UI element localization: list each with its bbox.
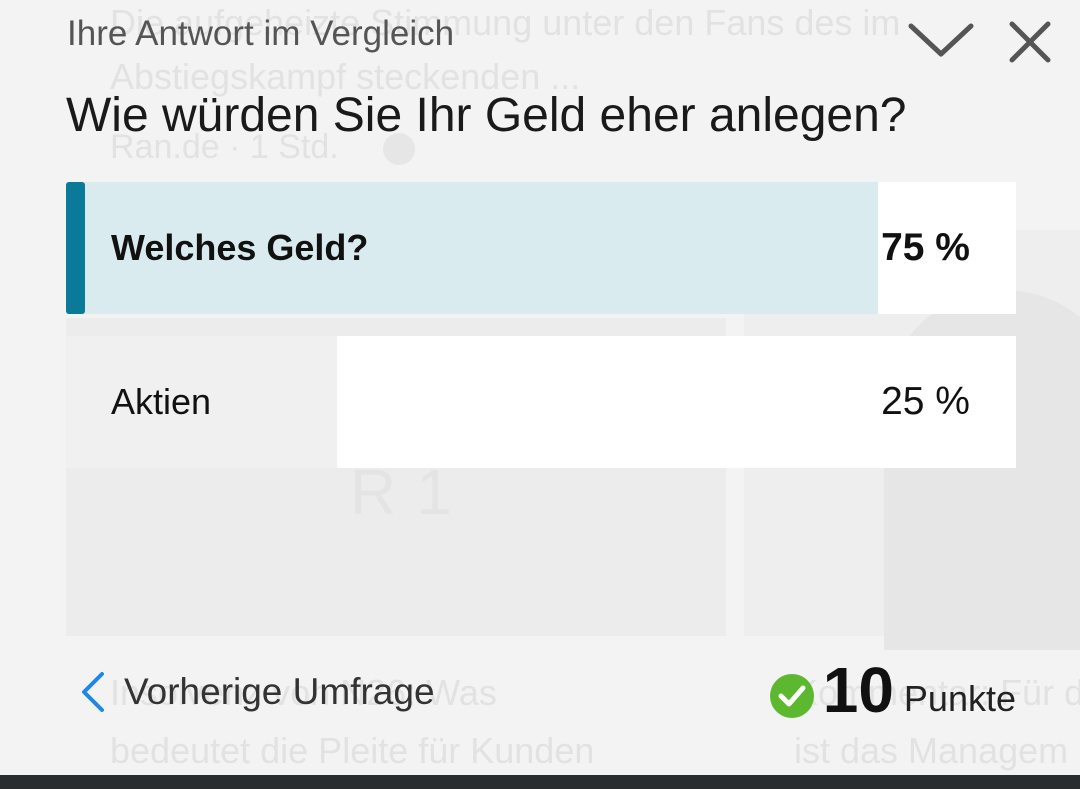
poll-header-label: Ihre Antwort im Vergleich (67, 14, 455, 53)
option-percent: 25 % (881, 380, 970, 423)
chevron-down-icon (908, 23, 974, 57)
poll-result-panel: Ihre Antwort im Vergleich Wie würden Sie… (0, 0, 1080, 789)
collapse-button[interactable] (905, 18, 977, 64)
option-label: Welches Geld? (111, 227, 369, 268)
system-navigation-bar (0, 775, 1080, 789)
close-icon (1009, 21, 1051, 63)
poll-option-aktien[interactable]: Aktien 25 % (66, 336, 1016, 468)
poll-question: Wie würden Sie Ihr Geld eher anlegen? (66, 89, 907, 142)
close-button[interactable] (1006, 18, 1054, 66)
points-unit: Punkte (903, 678, 1016, 719)
option-percent: 75 % (881, 226, 970, 269)
check-circle-icon (769, 674, 814, 718)
previous-poll-link[interactable]: Vorherige Umfrage (74, 662, 435, 722)
points-value: 10 (822, 654, 894, 726)
previous-poll-label: Vorherige Umfrage (124, 671, 435, 712)
points-display: 10 Punkte (769, 658, 1016, 722)
selected-indicator (66, 182, 85, 314)
poll-option-welches-geld[interactable]: Welches Geld? 75 % (66, 182, 1016, 314)
chevron-left-icon (82, 672, 104, 712)
option-label: Aktien (111, 381, 212, 422)
